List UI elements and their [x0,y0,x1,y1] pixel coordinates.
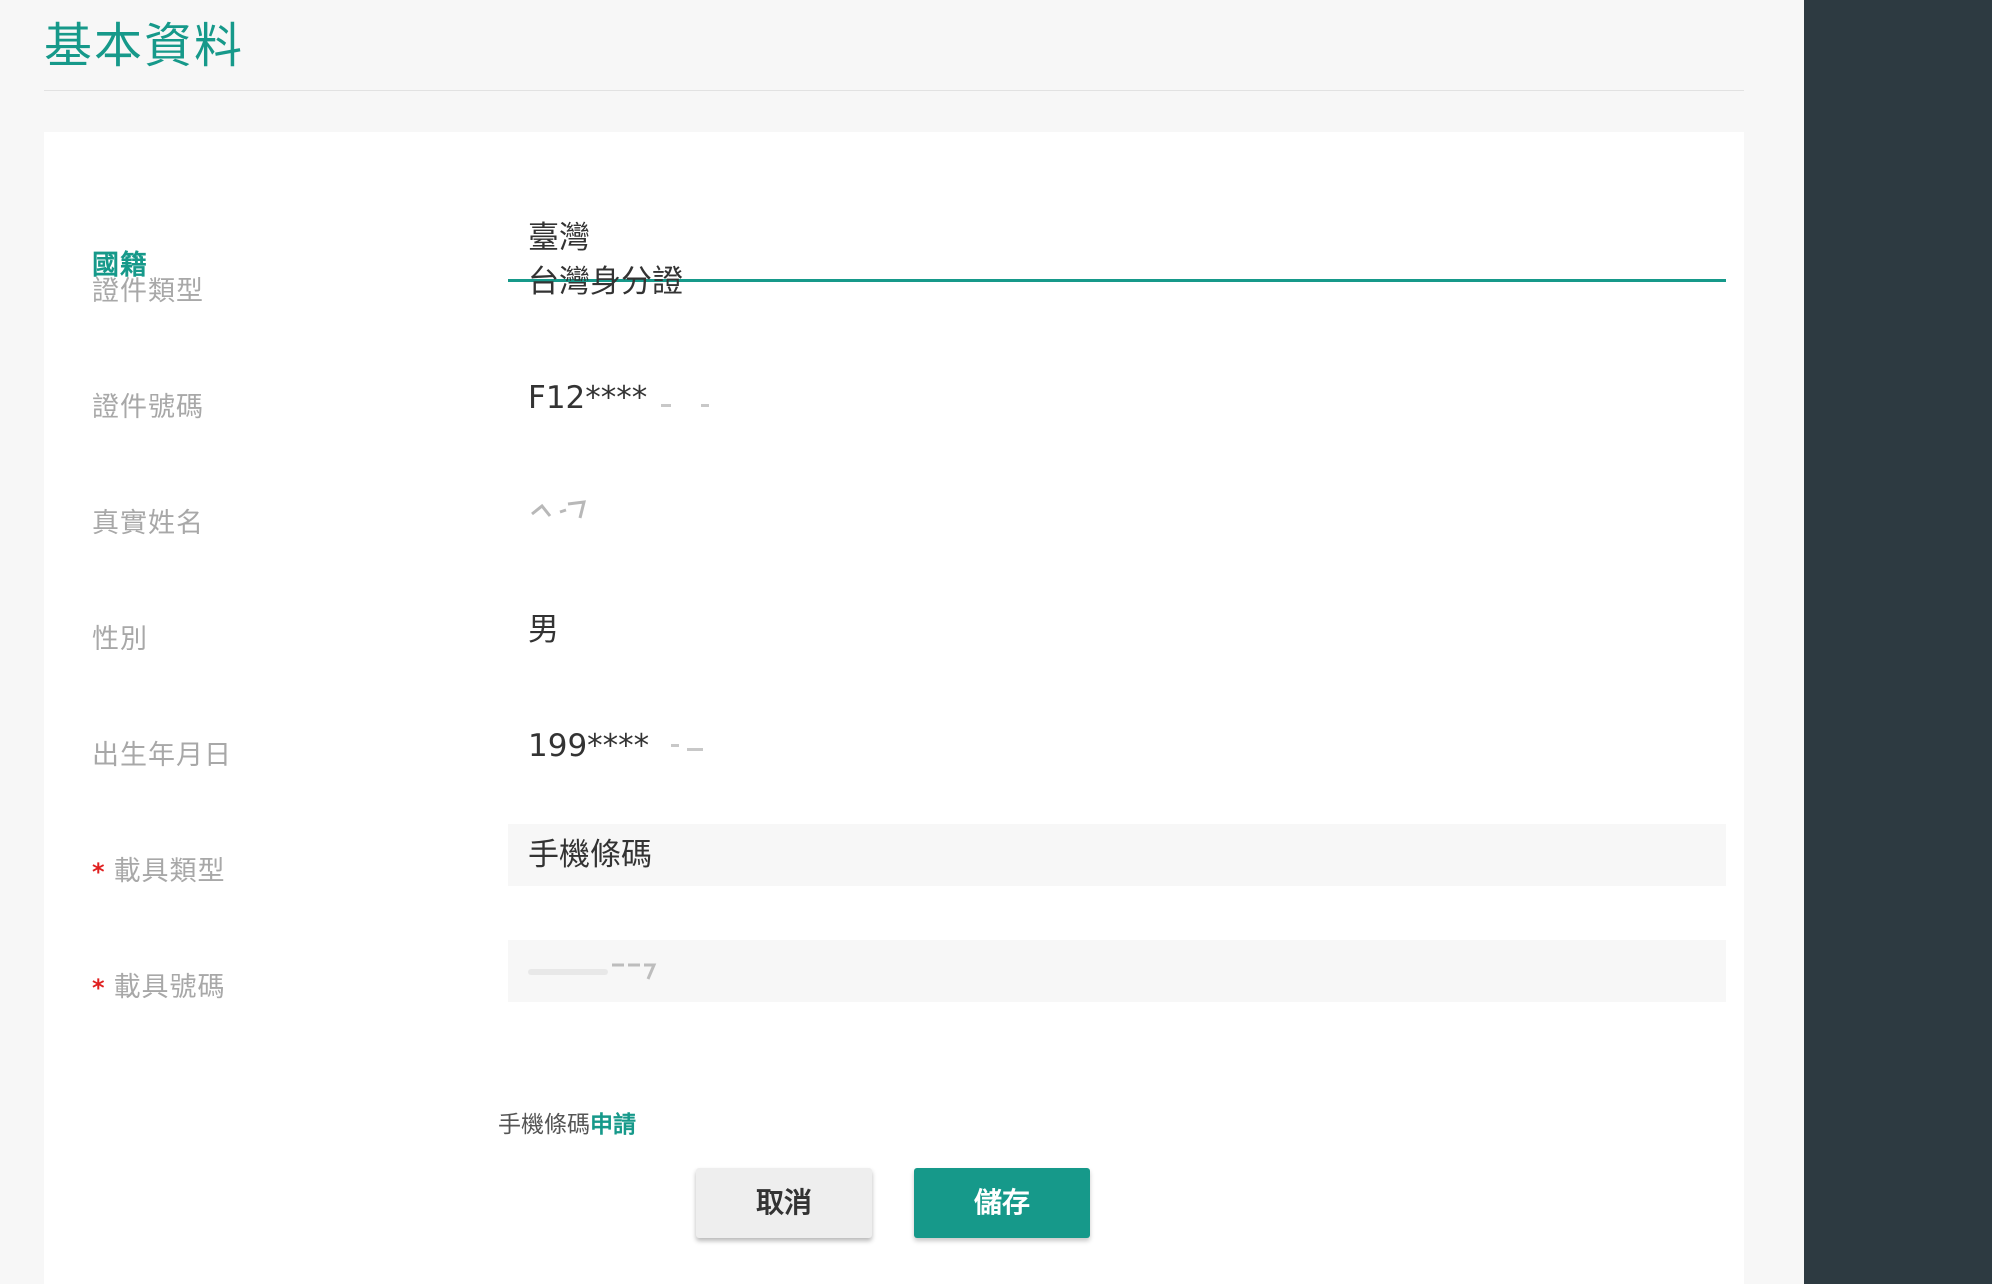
save-button[interactable]: 儲存 [914,1168,1090,1238]
gender-value: 男 [508,598,1726,674]
carrier-hint-text: 手機條碼 [498,1112,590,1138]
id-number-text: F12**** [528,380,648,416]
required-mark: * [92,858,106,886]
birthday-text: 199**** [528,728,650,764]
id-number-label: 證件號碼 [92,392,204,423]
birthday-row: 出生年月日 199**** [44,724,1744,800]
redacted-mask [528,942,668,1004]
id-type-row: 證件類型 台灣身分證 [44,260,1744,336]
cancel-button[interactable]: 取消 [696,1168,872,1238]
carrier-type-select[interactable]: 手機條碼 [508,824,1726,886]
carrier-type-label: * 載具類型 [92,834,226,910]
carrier-number-row: * 載具號碼 [44,940,1744,1032]
real-name-value [508,482,1726,558]
apply-link[interactable]: 申請 [590,1112,636,1138]
id-type-label: 證件類型 [92,276,204,307]
gender-text: 男 [528,612,559,648]
carrier-hint: 手機條碼申請 [498,1108,636,1142]
birthday-value: 199**** [508,714,1726,790]
title-divider [44,90,1744,91]
required-mark: * [92,974,106,1002]
birthday-label: 出生年月日 [92,740,232,771]
gender-label: 性別 [92,624,148,655]
real-name-label: 真實姓名 [92,508,204,539]
carrier-type-row: * 載具類型 手機條碼 [44,824,1744,916]
carrier-number-input[interactable] [508,940,1726,1002]
gender-row: 性別 男 [44,608,1744,684]
redacted-mask [659,716,719,780]
profile-form-card: 國籍 臺灣 證件類型 台灣身分證 證件號碼 F12**** 真實姓名 性別 男 … [44,132,1744,1284]
main-content: 基本資料 國籍 臺灣 證件類型 台灣身分證 證件號碼 F12**** 真實姓名 … [0,0,1804,1284]
right-sidebar [1804,0,1992,1284]
id-type-text: 台灣身分證 [528,264,683,300]
id-number-row: 證件號碼 F12**** [44,376,1744,452]
real-name-row: 真實姓名 [44,492,1744,568]
carrier-type-value: 手機條碼 [528,837,652,873]
page: 基本資料 國籍 臺灣 證件類型 台灣身分證 證件號碼 F12**** 真實姓名 … [0,0,1992,1284]
redacted-mask [528,484,608,548]
carrier-type-label-text: 載具類型 [113,856,226,887]
page-title: 基本資料 [44,18,245,74]
redacted-mask [657,368,717,432]
id-type-value: 台灣身分證 [508,250,1726,326]
carrier-number-label-text: 載具號碼 [113,972,226,1003]
id-number-value: F12**** [508,366,1726,442]
carrier-number-label: * 載具號碼 [92,950,226,1026]
